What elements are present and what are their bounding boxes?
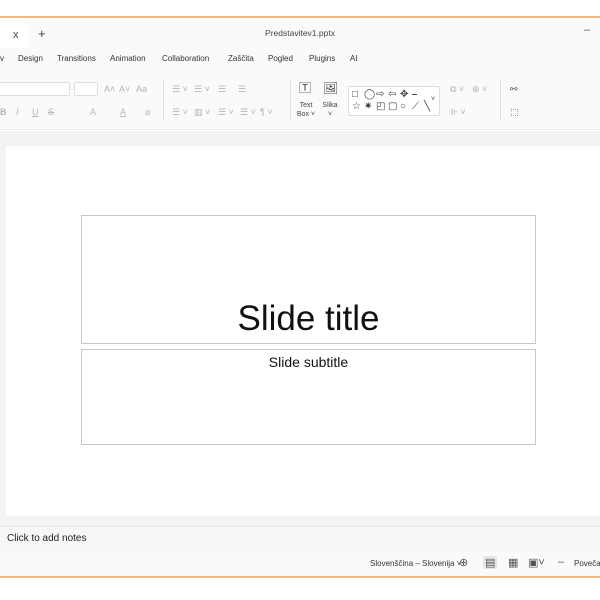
arrow-left-shape-icon[interactable]: ⇦: [388, 90, 396, 100]
find-replace-icon[interactable]: ⚯: [510, 84, 518, 94]
normal-view-icon[interactable]: ▤: [483, 556, 498, 569]
menu-view-pogled[interactable]: Pogled: [268, 54, 293, 63]
increase-indent-icon[interactable]: ☰: [238, 84, 246, 94]
subtitle-placeholder[interactable]: Slide subtitle: [81, 349, 536, 445]
menu-view[interactable]: v: [0, 54, 4, 63]
reading-view-icon[interactable]: ▣˅: [528, 556, 545, 569]
select-icon[interactable]: ⬚: [510, 107, 519, 117]
font-shrink-icon[interactable]: A˅: [119, 84, 130, 94]
menu-ai[interactable]: AI: [350, 54, 358, 63]
line-shape-icon[interactable]: ⎯: [412, 90, 417, 100]
slide-sorter-icon[interactable]: ▦: [508, 556, 518, 569]
menu-transitions[interactable]: Transitions: [57, 54, 96, 63]
text-direction-icon[interactable]: ☰ ˅: [218, 107, 234, 117]
diagonal-line-shape-icon[interactable]: ╲: [424, 102, 430, 112]
burst-shape-icon[interactable]: ✷: [364, 102, 372, 112]
square-shape-icon[interactable]: ▢: [388, 102, 397, 112]
text-box-icon[interactable]: 🅃: [299, 82, 311, 94]
text-box-label-dropdown[interactable]: Box ˅: [294, 110, 318, 119]
menu-protection[interactable]: Zaščita: [228, 54, 254, 63]
menu-bar: v Design Transitions Animation Collabora…: [0, 48, 600, 72]
group-icon[interactable]: ⊕ ˅: [472, 84, 487, 94]
gallery-expand-icon[interactable]: ˅: [431, 95, 435, 105]
bullets-icon[interactable]: ☰ ˅: [172, 84, 188, 94]
font-name-dropdown[interactable]: [0, 82, 70, 96]
title-placeholder[interactable]: Slide title: [81, 215, 536, 344]
star-shape-icon[interactable]: ☆: [352, 102, 361, 112]
font-size-dropdown[interactable]: [74, 82, 98, 96]
numbering-icon[interactable]: ☰ ˅: [194, 84, 210, 94]
desktop-strip: [0, 578, 600, 600]
language-selector[interactable]: Slovenščina – Slovenija ˅: [370, 559, 461, 568]
arrow-right-shape-icon[interactable]: ⇨: [376, 90, 384, 100]
clear-format-icon[interactable]: ⌀: [145, 107, 150, 117]
zoom-out-icon[interactable]: –: [558, 556, 564, 568]
image-icon[interactable]: 🖼: [323, 82, 338, 94]
image-label-dropdown[interactable]: ˅: [318, 110, 342, 119]
menu-design[interactable]: Design: [18, 54, 43, 63]
text-box-label[interactable]: Text: [294, 101, 318, 110]
shape-gallery: □ ◯ ⇨ ⇦ ✥ ⎯ ☆ ✷ ◰ ▢ ○ ⟋ ╲ ˅: [348, 86, 440, 116]
bold-icon[interactable]: B: [0, 107, 7, 117]
line-spacing-icon[interactable]: ☰ ˅: [240, 107, 256, 117]
cross-arrow-shape-icon[interactable]: ✥: [400, 90, 408, 100]
italic-icon[interactable]: I: [16, 107, 19, 117]
align-objects-icon[interactable]: ⊪ ˅: [450, 107, 466, 117]
title-bar: x + Predstavitev1.pptx –: [0, 18, 600, 48]
paragraph-spacing-icon[interactable]: ¶ ˅: [260, 107, 273, 117]
globe-icon[interactable]: ⊕: [459, 556, 468, 569]
status-bar: Slovenščina – Slovenija ˅ ⊕ ▤ ▦ ▣˅ – Pov…: [0, 551, 600, 576]
font-grow-icon[interactable]: A˄: [104, 84, 115, 94]
highlight-icon[interactable]: A: [90, 107, 96, 117]
notes-placeholder[interactable]: Click to add notes: [7, 533, 87, 544]
align-icon[interactable]: ☰ ˅: [172, 107, 188, 117]
connector-shape-icon[interactable]: ⟋: [412, 102, 419, 112]
columns-icon[interactable]: ▥ ˅: [194, 107, 210, 117]
ribbon-separator: [290, 80, 291, 120]
notes-pane[interactable]: Click to add notes: [0, 526, 600, 551]
decrease-indent-icon[interactable]: ☰: [218, 84, 226, 94]
menu-collaboration[interactable]: Collaboration: [162, 54, 209, 63]
ribbon-separator: [163, 80, 164, 120]
ribbon-separator: [500, 80, 501, 120]
zoom-label[interactable]: Poveča: [574, 559, 600, 568]
circle-shape-icon[interactable]: ○: [400, 102, 406, 112]
ellipse-shape-icon[interactable]: ◯: [364, 90, 375, 100]
menu-plugins[interactable]: Plugins: [309, 54, 335, 63]
image-label[interactable]: Slika: [318, 101, 342, 110]
font-color-icon[interactable]: A: [120, 107, 126, 117]
callout-shape-icon[interactable]: ◰: [376, 102, 385, 112]
slide-subtitle[interactable]: Slide subtitle: [82, 354, 535, 370]
menu-animation[interactable]: Animation: [110, 54, 146, 63]
rectangle-shape-icon[interactable]: □: [352, 90, 358, 100]
change-case-icon[interactable]: Aa: [136, 84, 147, 94]
strikethrough-icon[interactable]: S: [48, 107, 54, 117]
underline-icon[interactable]: U: [32, 107, 39, 117]
slide-title[interactable]: Slide title: [82, 299, 535, 339]
arrange-icon[interactable]: ⧉ ˅: [450, 84, 464, 94]
document-title: Predstavitev1.pptx: [265, 28, 335, 38]
minimize-button[interactable]: –: [584, 24, 590, 36]
